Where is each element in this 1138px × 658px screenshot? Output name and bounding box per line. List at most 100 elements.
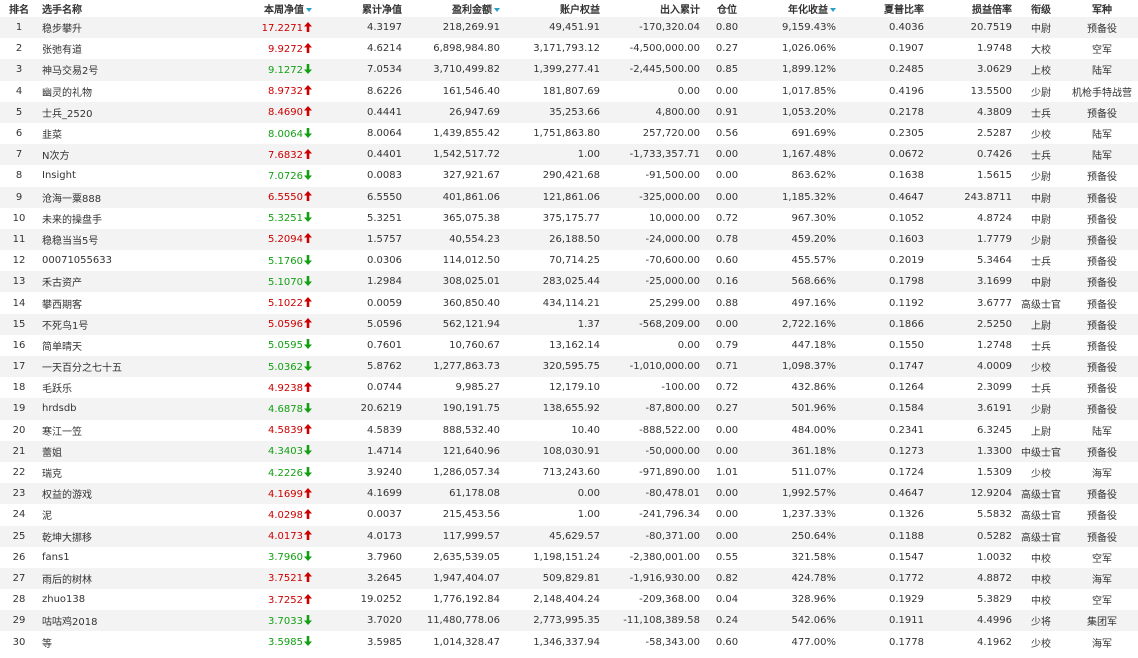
cell-name[interactable]: fans1 — [38, 546, 204, 568]
cell-name[interactable]: 等 — [38, 631, 204, 653]
header-pl-ratio[interactable]: 损益倍率 — [928, 0, 1016, 17]
cell-branch: 预备役 — [1066, 271, 1138, 293]
header-position[interactable]: 仓位 — [704, 0, 750, 17]
cell-name[interactable]: 稳步攀升 — [38, 17, 204, 39]
cell-total-nav: 4.1699 — [316, 483, 406, 505]
cell-annual: 9,159.43% — [750, 17, 840, 39]
up-arrow-icon — [304, 42, 312, 53]
cell-inout: -11,108,389.58 — [604, 610, 704, 632]
cell-name[interactable]: 瑞克 — [38, 461, 204, 484]
cell-equity: 1.00 — [504, 504, 604, 526]
cell-rank-title: 少校 — [1016, 122, 1066, 145]
cell-name[interactable]: 雨后的树林 — [38, 567, 204, 590]
cell-rank: 16 — [0, 334, 38, 356]
cell-profit: 562,121.94 — [406, 313, 504, 335]
cell-name[interactable]: 韭菜 — [38, 122, 204, 145]
cell-branch: 海军 — [1066, 567, 1138, 590]
cell-rank: 29 — [0, 610, 38, 632]
header-annual[interactable]: 年化收益 — [750, 0, 840, 17]
cell-pl-ratio: 13.5500 — [928, 80, 1016, 102]
cell-rank-title: 士兵 — [1016, 144, 1066, 166]
cell-name[interactable]: 沧海一粟888 — [38, 186, 204, 208]
cell-rank-title: 中尉 — [1016, 186, 1066, 208]
cell-branch: 陆军 — [1066, 122, 1138, 145]
cell-branch: 空军 — [1066, 38, 1138, 60]
header-equity[interactable]: 账户权益 — [504, 0, 604, 17]
header-branch[interactable]: 军种 — [1066, 0, 1138, 17]
cell-week-nav: 17.2271 — [204, 17, 316, 39]
header-total-nav[interactable]: 累计净值 — [316, 0, 406, 17]
header-profit[interactable]: 盈利金额 — [406, 0, 504, 17]
cell-name[interactable]: zhuo138 — [38, 589, 204, 611]
cell-name[interactable]: 权益的游戏 — [38, 483, 204, 505]
cell-equity: 434,114.21 — [504, 292, 604, 314]
cell-name[interactable]: 蕾姐 — [38, 440, 204, 462]
cell-name[interactable]: 幽灵的礼物 — [38, 80, 204, 102]
cell-equity: 13,162.14 — [504, 334, 604, 356]
cell-inout: -568,209.00 — [604, 313, 704, 335]
cell-annual: 542.06% — [750, 610, 840, 632]
cell-profit: 1,277,863.73 — [406, 356, 504, 378]
cell-name[interactable]: 00071055633 — [38, 250, 204, 272]
header-rank[interactable]: 排名 — [0, 0, 38, 17]
cell-pl-ratio: 4.4996 — [928, 610, 1016, 632]
cell-name[interactable]: Insight — [38, 165, 204, 187]
cell-rank-title: 上尉 — [1016, 419, 1066, 441]
cell-rank-title: 上校 — [1016, 59, 1066, 81]
cell-name[interactable]: 张弛有道 — [38, 38, 204, 60]
cell-sharpe: 0.2178 — [840, 101, 928, 123]
header-inout[interactable]: 出入累计 — [604, 0, 704, 17]
cell-profit: 26,947.69 — [406, 101, 504, 123]
cell-pl-ratio: 5.3829 — [928, 589, 1016, 611]
cell-name[interactable]: 毛跃乐 — [38, 377, 204, 399]
cell-total-nav: 7.0534 — [316, 59, 406, 81]
cell-name[interactable]: 神马交易2号 — [38, 59, 204, 81]
cell-pl-ratio: 4.8872 — [928, 567, 1016, 590]
cell-name[interactable]: 禾古资产 — [38, 271, 204, 293]
cell-sharpe: 0.1188 — [840, 525, 928, 547]
cell-profit: 10,760.67 — [406, 334, 504, 356]
cell-equity: 10.40 — [504, 419, 604, 441]
cell-name[interactable]: 攀西期客 — [38, 292, 204, 314]
cell-week-nav: 5.3251 — [204, 207, 316, 229]
cell-week-nav: 3.7521 — [204, 567, 316, 590]
header-sharpe[interactable]: 夏普比率 — [840, 0, 928, 17]
sort-desc-icon — [306, 8, 312, 12]
header-name[interactable]: 选手名称 — [38, 0, 204, 17]
cell-rank: 14 — [0, 292, 38, 314]
down-arrow-icon — [304, 254, 312, 265]
cell-rank: 26 — [0, 546, 38, 568]
cell-name[interactable]: 寒江一笠 — [38, 419, 204, 441]
cell-name[interactable]: 不死鸟1号 — [38, 313, 204, 335]
cell-week-nav: 7.0726 — [204, 165, 316, 187]
down-arrow-icon — [304, 466, 312, 477]
up-arrow-icon — [304, 424, 312, 435]
header-week-nav[interactable]: 本周净值 — [204, 0, 316, 17]
cell-name[interactable]: hrdsdb — [38, 398, 204, 420]
cell-total-nav: 0.4401 — [316, 144, 406, 166]
cell-name[interactable]: 士兵_2520 — [38, 101, 204, 123]
cell-name[interactable]: N次方 — [38, 144, 204, 166]
cell-week-nav: 4.3403 — [204, 440, 316, 462]
table-row: 24 泥 4.0298 0.0037 215,453.56 1.00 -241,796.34… — [0, 504, 1138, 526]
cell-total-nav: 3.9240 — [316, 461, 406, 484]
cell-name[interactable]: 乾坤大挪移 — [38, 525, 204, 547]
cell-pl-ratio: 4.8724 — [928, 207, 1016, 229]
cell-total-nav: 4.0173 — [316, 525, 406, 547]
cell-equity: 509,829.81 — [504, 567, 604, 590]
cell-branch: 预备役 — [1066, 377, 1138, 399]
cell-name[interactable]: 稳稳当当5号 — [38, 228, 204, 251]
table-row: 19 hrdsdb 4.6878 20.6219 190,191.75 138,655.9… — [0, 398, 1138, 420]
cell-name[interactable]: 简单晴天 — [38, 334, 204, 356]
cell-name[interactable]: 未来的操盘手 — [38, 207, 204, 229]
cell-name[interactable]: 一天百分之七十五 — [38, 356, 204, 378]
down-arrow-icon — [304, 275, 312, 286]
header-rank-title[interactable]: 衔级 — [1016, 0, 1066, 17]
cell-total-nav: 4.5839 — [316, 419, 406, 441]
cell-annual: 484.00% — [750, 419, 840, 441]
cell-pl-ratio: 6.3245 — [928, 419, 1016, 441]
cell-name[interactable]: 咕咕鸡2018 — [38, 610, 204, 632]
cell-annual: 447.18% — [750, 334, 840, 356]
cell-inout: 25,299.00 — [604, 292, 704, 314]
cell-name[interactable]: 泥 — [38, 504, 204, 526]
